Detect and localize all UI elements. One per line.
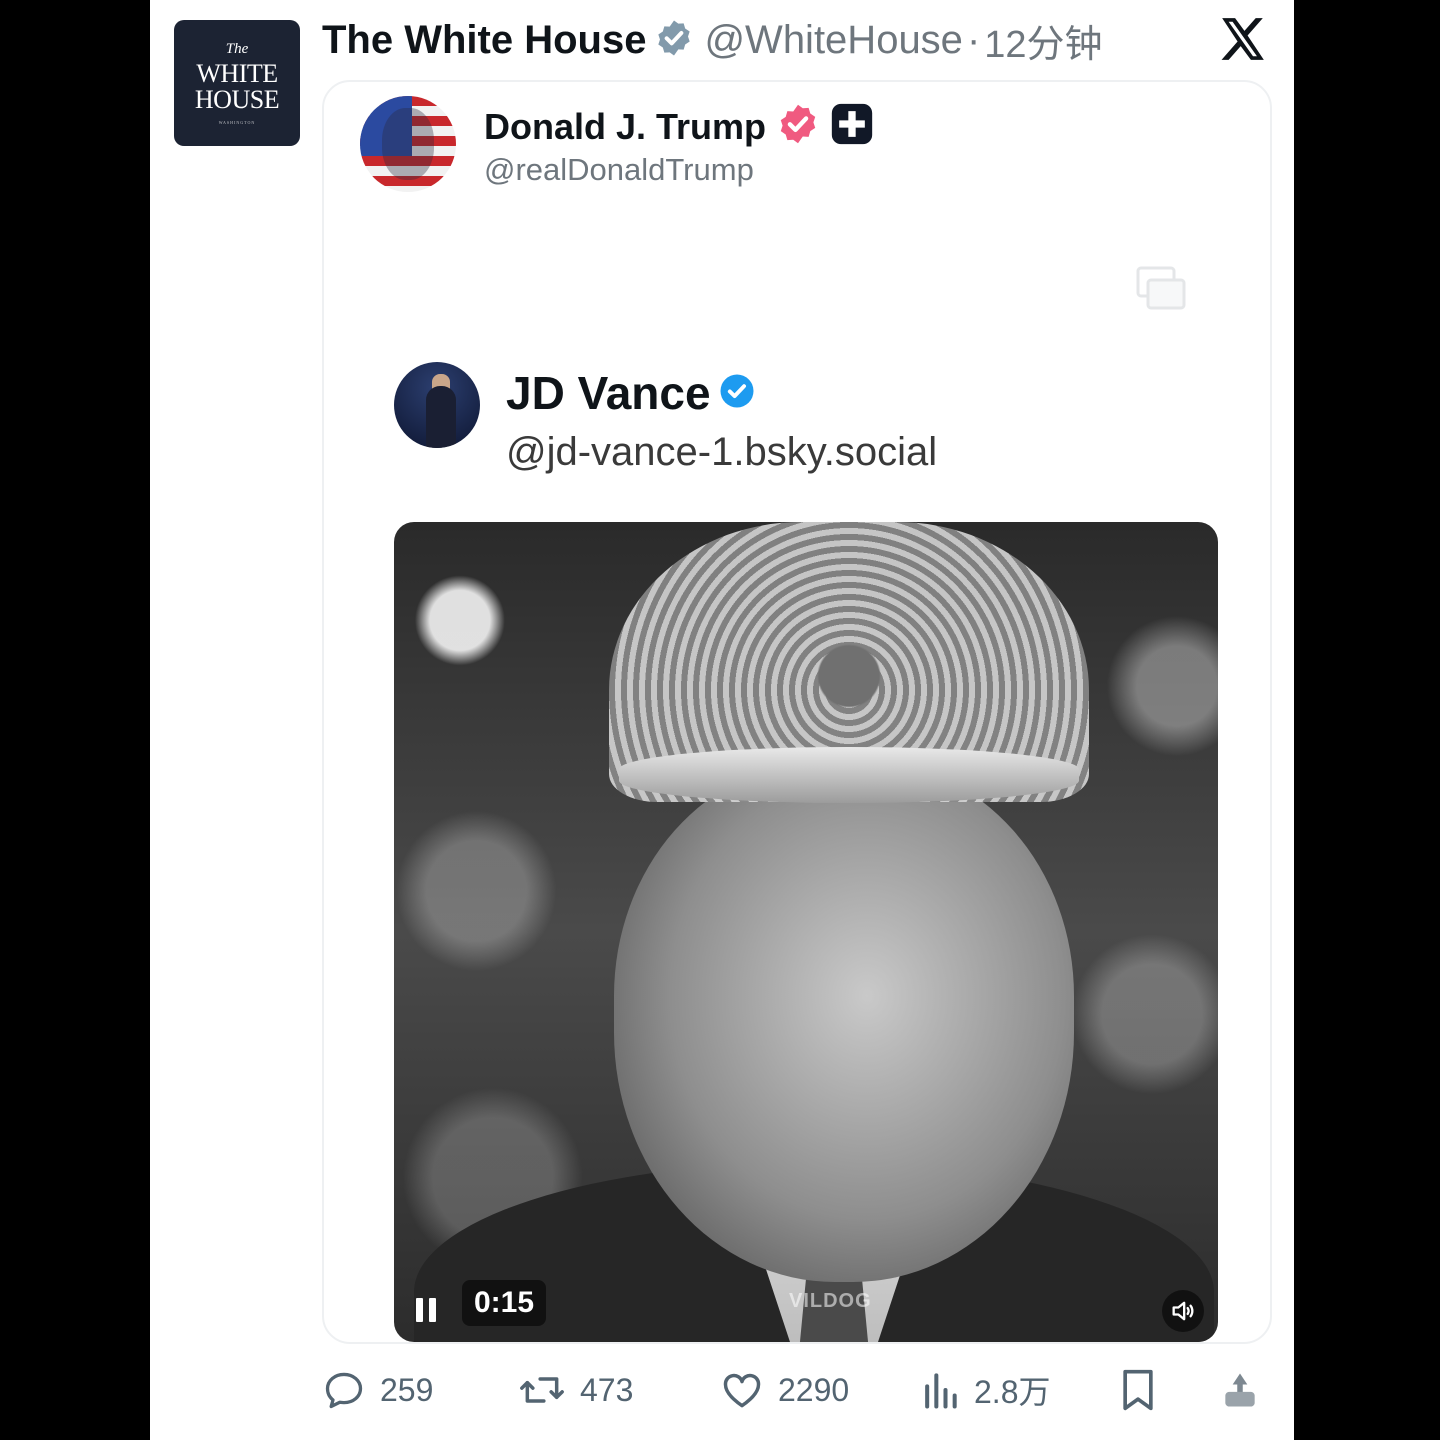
repost-button[interactable]: 473: [518, 1360, 633, 1420]
video-watermark: VILDOG: [789, 1290, 872, 1312]
post-time[interactable]: 12分钟: [984, 13, 1102, 68]
pause-icon[interactable]: [416, 1298, 438, 1322]
quote-author-name[interactable]: Donald J. Trump: [484, 106, 766, 148]
red-verified-icon: [776, 102, 820, 151]
volume-icon[interactable]: [1162, 1290, 1204, 1332]
action-bar: 259 473 2290 2.8万: [322, 1360, 1268, 1420]
gray-verified-icon: [654, 18, 694, 63]
quote-author-handle[interactable]: @realDonaldTrump: [484, 152, 754, 188]
trump-avatar[interactable]: [360, 96, 456, 192]
heart-icon: [723, 1373, 761, 1408]
like-count: 2290: [778, 1371, 850, 1408]
reply-button[interactable]: 259: [322, 1360, 433, 1420]
reply-icon: [325, 1372, 363, 1409]
quoted-post-card[interactable]: Donald J. Trump @realDonaldTrump JD Vanc…: [322, 80, 1272, 1344]
author-handle[interactable]: @WhiteHouse: [704, 18, 962, 63]
avatar-text-the: The: [225, 40, 249, 57]
nested-author-handle[interactable]: @jd-vance-1.bsky.social: [506, 430, 937, 475]
repost-icon: [520, 1377, 564, 1403]
quote-author-row: Donald J. Trump: [484, 102, 874, 151]
views-count: 2.8万: [974, 1374, 1051, 1410]
video-player[interactable]: VILDOG 0:15: [394, 522, 1218, 1342]
post-page: The WHITE HOUSE WASHINGTON The White Hou…: [150, 0, 1294, 1440]
nested-author-row: JD Vance: [506, 366, 755, 420]
bookmark-icon: [1123, 1369, 1153, 1411]
reply-count: 259: [380, 1371, 434, 1408]
repost-count: 473: [580, 1371, 634, 1408]
blue-verified-icon: [719, 373, 755, 414]
crown-band: [619, 747, 1079, 803]
like-button[interactable]: 2290: [720, 1360, 849, 1420]
views-icon: [925, 1373, 957, 1409]
avatar-text-washington: WASHINGTON: [218, 119, 256, 125]
video-timecode: 0:15: [462, 1280, 547, 1326]
video-subject-head: [614, 762, 1074, 1282]
separator-dot: ·: [966, 17, 981, 62]
views-button[interactable]: 2.8万: [920, 1360, 1051, 1420]
avatar-text-house: HOUSE: [194, 84, 280, 114]
tweet-header: The White House @WhiteHouse · 12分钟: [322, 12, 1103, 68]
author-name[interactable]: The White House: [322, 18, 646, 63]
nested-author-name[interactable]: JD Vance: [506, 366, 711, 420]
avatar-text-white: WHITE: [196, 58, 278, 88]
whitehouse-avatar[interactable]: The WHITE HOUSE WASHINGTON: [174, 20, 300, 146]
share-button[interactable]: [1218, 1360, 1262, 1420]
truth-social-plus-icon: [830, 102, 874, 151]
bookmark-button[interactable]: [1118, 1360, 1158, 1420]
x-logo-icon: [1218, 14, 1268, 64]
share-icon: [1225, 1373, 1255, 1407]
image-gallery-icon[interactable]: [1136, 266, 1186, 310]
vance-avatar[interactable]: [394, 362, 480, 448]
